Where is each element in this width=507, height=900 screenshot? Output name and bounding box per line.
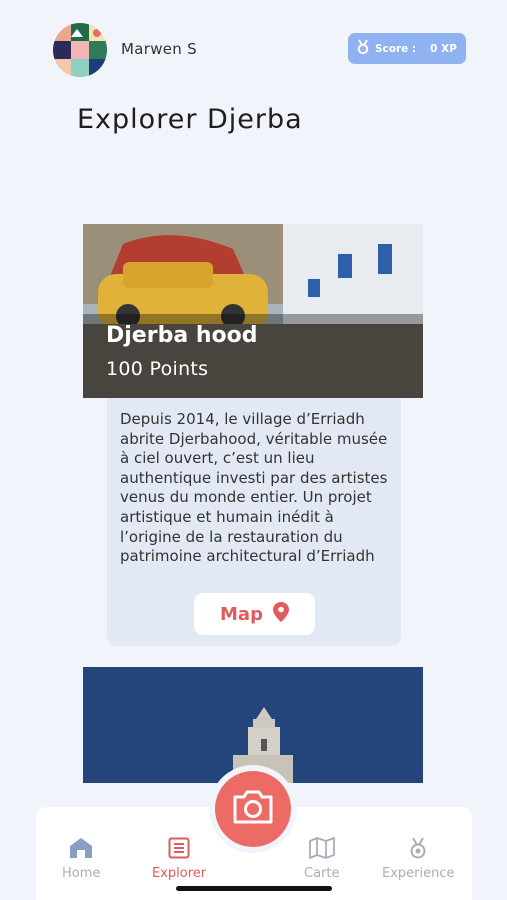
map-button-label: Map xyxy=(220,603,263,625)
place-card-image-2[interactable] xyxy=(83,667,423,783)
camera-icon xyxy=(231,789,275,829)
location-pin-icon xyxy=(272,601,289,627)
medal-icon xyxy=(407,837,429,863)
place-description: Depuis 2014, le village d’Erriadh abrite… xyxy=(120,410,388,566)
score-badge[interactable]: Score : 0 XP xyxy=(348,33,466,64)
place-points: 100 Points xyxy=(106,358,209,380)
map-icon xyxy=(308,837,335,863)
nav-label-carte: Carte xyxy=(304,866,340,881)
medal-icon xyxy=(355,39,371,58)
avatar[interactable] xyxy=(53,23,107,77)
nav-item-home[interactable]: Home xyxy=(62,837,100,881)
place-title: Djerba hood xyxy=(106,323,258,348)
camera-button[interactable] xyxy=(215,771,291,847)
home-icon xyxy=(68,837,94,863)
home-indicator xyxy=(176,886,332,891)
nav-label-explorer: Explorer xyxy=(152,866,207,881)
nav-label-home: Home xyxy=(62,866,101,881)
map-button[interactable]: Map xyxy=(194,593,315,635)
nav-label-experience: Experience xyxy=(382,866,455,881)
place-card-image[interactable]: Djerba hood 100 Points xyxy=(83,224,423,398)
place-card-body: Depuis 2014, le village d’Erriadh abrite… xyxy=(107,398,401,646)
nav-item-carte[interactable]: Carte xyxy=(304,837,339,881)
nav-item-experience[interactable]: Experience xyxy=(382,837,455,881)
user-name: Marwen S xyxy=(121,40,197,58)
minaret-photo xyxy=(83,667,423,783)
score-label: Score : xyxy=(375,42,417,55)
page-title: Explorer Djerba xyxy=(77,104,303,135)
score-value: 0 XP xyxy=(430,42,457,55)
list-icon xyxy=(168,837,190,863)
nav-item-explorer[interactable]: Explorer xyxy=(152,837,206,881)
